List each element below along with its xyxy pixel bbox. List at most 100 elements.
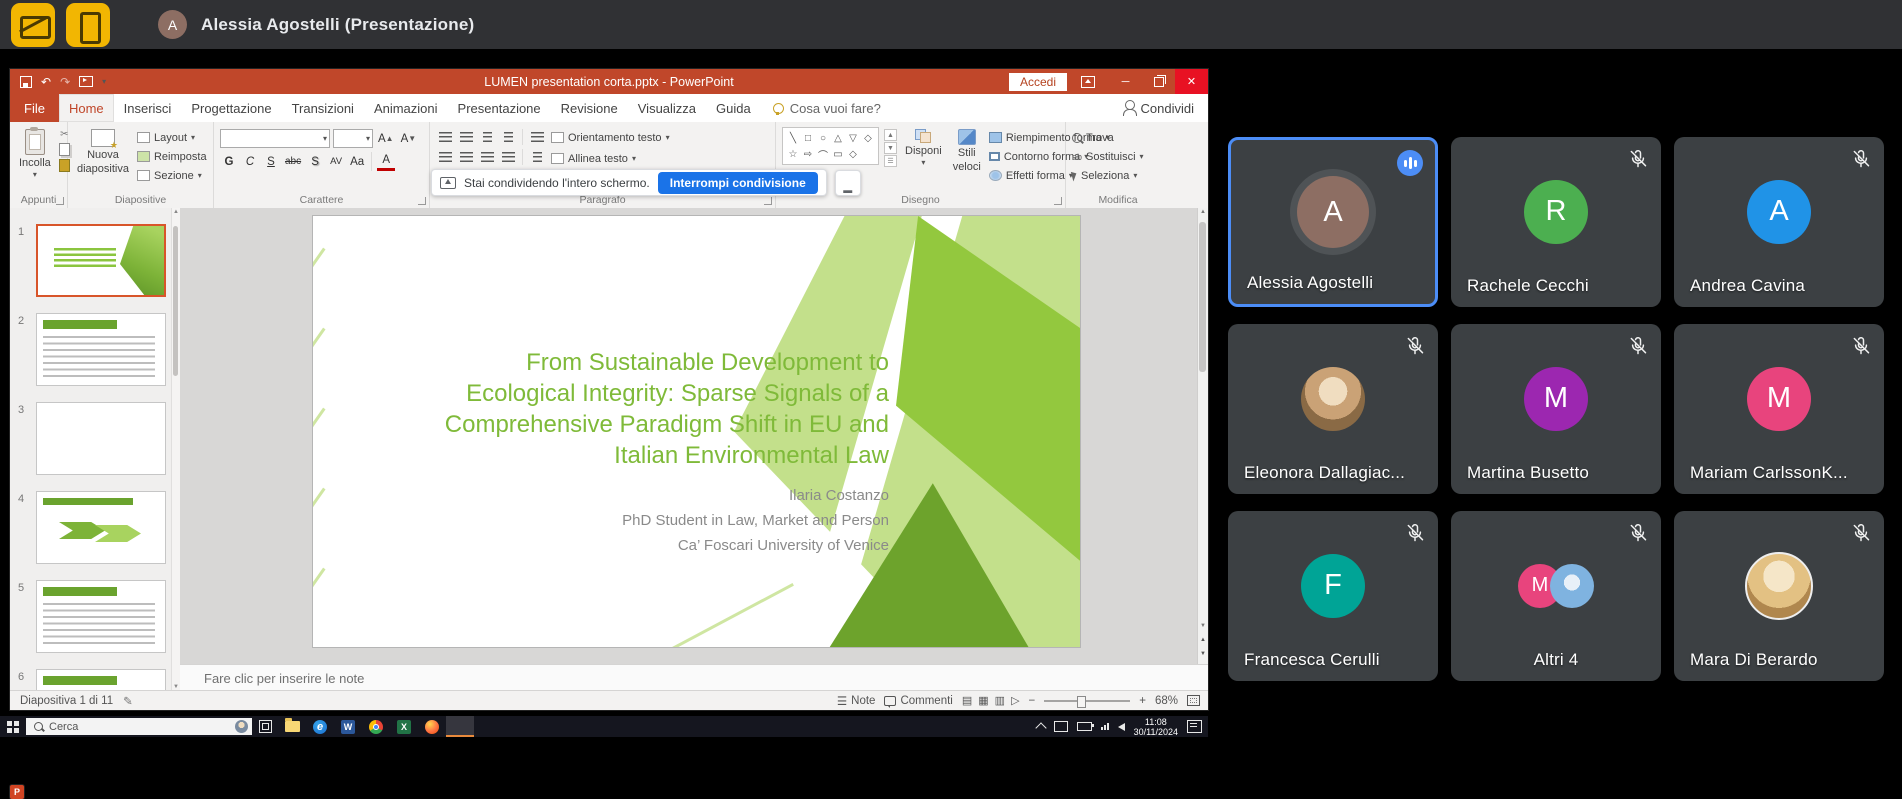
edge-taskbar-button[interactable]: e <box>306 716 334 737</box>
tab-guida[interactable]: Guida <box>706 94 761 122</box>
section-button[interactable]: Sezione▾ <box>137 167 207 184</box>
sign-in-button[interactable]: Accedi <box>1009 73 1067 91</box>
powerpoint-taskbar-button[interactable]: P <box>446 716 474 737</box>
dialog-launcher[interactable] <box>764 197 772 205</box>
scroll-down-icon[interactable]: ▼ <box>1198 623 1208 629</box>
slide-thumbnail[interactable] <box>36 224 166 297</box>
normal-view-button[interactable]: ▤ <box>962 694 972 707</box>
italic-button[interactable]: C <box>241 154 259 170</box>
ink-icon[interactable]: ✎ <box>123 694 133 708</box>
character-spacing-button[interactable]: AV <box>327 154 345 170</box>
participant-tile[interactable]: Eleonora Dallagiac... <box>1228 324 1438 494</box>
task-view-button[interactable] <box>252 716 278 737</box>
file-explorer-taskbar-button[interactable] <box>278 716 306 737</box>
zoom-knob[interactable] <box>1077 696 1086 708</box>
bold-button[interactable]: G <box>220 154 238 170</box>
scroll-up-icon[interactable]: ▲ <box>172 209 180 215</box>
fit-to-window-button[interactable] <box>1187 695 1200 706</box>
slide-thumbnail[interactable] <box>36 669 166 691</box>
align-center-button[interactable] <box>457 149 475 165</box>
taskbar-clock[interactable]: 11:08 30/11/2024 <box>1134 717 1178 737</box>
dialog-launcher[interactable] <box>1054 197 1062 205</box>
tab-file[interactable]: File <box>10 94 59 122</box>
shapes-scroll-down[interactable]: ▼ <box>884 142 897 154</box>
slide-thumbnail[interactable] <box>36 491 166 564</box>
qat-customize-icon[interactable]: ▾ <box>102 79 106 85</box>
participant-tile[interactable]: MMartina Busetto <box>1451 324 1661 494</box>
tab-visualizza[interactable]: Visualizza <box>628 94 706 122</box>
decrease-indent-button[interactable] <box>478 129 496 145</box>
participant-tile[interactable]: AAlessia Agostelli <box>1228 137 1438 307</box>
close-button[interactable]: ✕ <box>1175 69 1208 94</box>
shape-line-icon[interactable]: ╲ <box>787 131 799 145</box>
zoom-in-button[interactable]: + <box>1139 695 1146 707</box>
align-right-button[interactable] <box>478 149 496 165</box>
presentation-chip-window[interactable] <box>66 3 110 47</box>
columns-button[interactable] <box>528 149 546 165</box>
action-center-button[interactable] <box>1187 720 1202 733</box>
bullet-list-button[interactable] <box>436 129 454 145</box>
slide-title[interactable]: From Sustainable Development to Ecologic… <box>313 347 889 471</box>
arrange-button[interactable]: Disponi ▾ <box>902 127 945 192</box>
firefox-taskbar-button[interactable] <box>418 716 446 737</box>
align-text-button[interactable]: Allinea testo▾ <box>551 150 670 167</box>
grow-font-button[interactable]: A▲ <box>376 131 396 147</box>
participant-tile[interactable]: RRachele Cecchi <box>1451 137 1661 307</box>
start-slideshow-icon[interactable] <box>79 76 93 87</box>
reading-view-button[interactable]: ▥ <box>995 694 1005 707</box>
participant-tile[interactable]: FFrancesca Cerulli <box>1228 511 1438 681</box>
dialog-launcher[interactable] <box>56 197 64 205</box>
ribbon-display-options-icon[interactable] <box>1081 76 1095 88</box>
slide-thumbnail[interactable] <box>36 313 166 386</box>
align-left-button[interactable] <box>436 149 454 165</box>
slide-thumbnail[interactable] <box>36 402 166 475</box>
taskbar-search[interactable]: Cerca <box>26 718 252 735</box>
layout-button[interactable]: Layout▾ <box>137 129 207 146</box>
shape-star-icon[interactable]: ☆ <box>787 147 799 161</box>
shape-rounded-rect-icon[interactable]: ▭ <box>832 147 844 161</box>
comments-toggle[interactable]: Commenti <box>884 695 952 707</box>
shape-triangle-down-icon[interactable]: ▽ <box>847 131 859 145</box>
participant-tile[interactable]: AAndrea Cavina <box>1674 137 1884 307</box>
font-color-button[interactable]: A <box>377 152 395 171</box>
panel-scrollbar[interactable]: ▲ ▼ <box>171 208 180 691</box>
find-button[interactable]: Trova <box>1072 129 1144 146</box>
scrollbar-thumb[interactable] <box>1199 222 1206 372</box>
justify-button[interactable] <box>499 149 517 165</box>
line-spacing-button[interactable] <box>528 129 546 145</box>
participant-tile[interactable]: Mara Di Berardo <box>1674 511 1884 681</box>
shapes-more-button[interactable]: ☰ <box>884 155 897 167</box>
change-case-button[interactable]: Aa <box>348 154 366 170</box>
text-shadow-button[interactable]: S <box>306 154 324 170</box>
increase-indent-button[interactable] <box>499 129 517 145</box>
tell-me-box[interactable]: Cosa vuoi fare? <box>761 94 893 122</box>
shape-arc-icon[interactable]: ⌒ <box>817 147 829 161</box>
shape-rectangle-icon[interactable]: □ <box>802 131 814 145</box>
slide-panel[interactable]: 123456 ▲ ▼ <box>10 208 181 691</box>
tab-presentazione[interactable]: Presentazione <box>448 94 551 122</box>
tab-home[interactable]: Home <box>59 94 114 122</box>
save-icon[interactable] <box>20 76 32 88</box>
slide-sorter-button[interactable]: ▦ <box>978 694 988 707</box>
participant-tile[interactable]: MMariam CarlssonK... <box>1674 324 1884 494</box>
slide-subtitle[interactable]: Ilaria Costanzo PhD Student in Law, Mark… <box>429 483 889 558</box>
slideshow-button[interactable]: ▷ <box>1011 694 1019 707</box>
excel-taskbar-button[interactable]: X <box>390 716 418 737</box>
quick-styles-button[interactable]: Stili veloci <box>950 127 984 192</box>
scrollbar-thumb[interactable] <box>173 226 178 376</box>
restore-button[interactable] <box>1142 69 1175 94</box>
presentation-chip-stop[interactable] <box>11 3 55 47</box>
network-icon[interactable] <box>1101 723 1109 730</box>
volume-icon[interactable] <box>1118 723 1125 731</box>
hide-banner-button[interactable]: ▬ <box>835 170 861 196</box>
strikethrough-button[interactable]: abc <box>283 154 303 170</box>
redo-icon[interactable]: ↷ <box>60 75 70 89</box>
zoom-slider[interactable] <box>1044 700 1130 702</box>
replace-button[interactable]: abSostituisci▾ <box>1072 148 1144 165</box>
shapes-scroll-up[interactable]: ▲ <box>884 129 897 141</box>
slide-canvas[interactable]: From Sustainable Development to Ecologic… <box>313 216 1080 647</box>
stop-sharing-button[interactable]: Interrompi condivisione <box>658 172 818 194</box>
tab-inserisci[interactable]: Inserisci <box>114 94 182 122</box>
share-button[interactable]: Condividi <box>1111 94 1208 122</box>
shape-triangle-icon[interactable]: △ <box>832 131 844 145</box>
